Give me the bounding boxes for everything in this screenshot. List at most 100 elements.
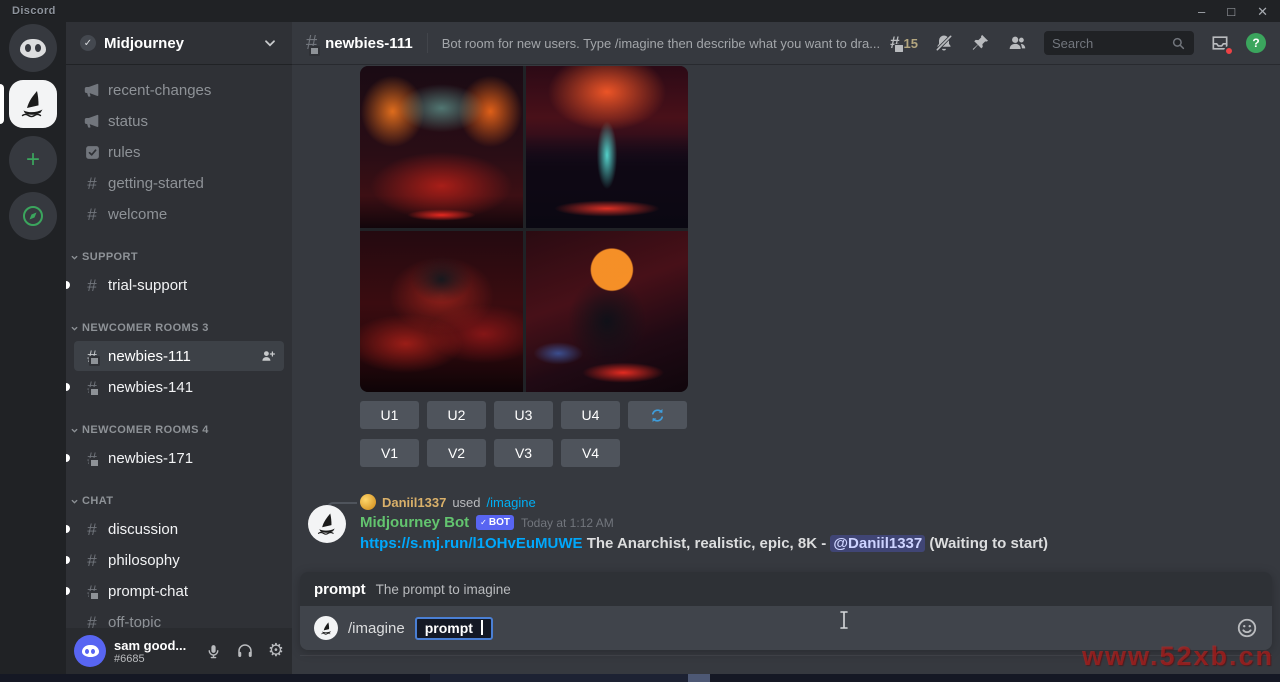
- user-avatar[interactable]: [74, 635, 106, 667]
- generated-image-3[interactable]: [360, 231, 523, 393]
- channel-recent-changes[interactable]: recent-changes: [74, 75, 284, 105]
- channel-topic[interactable]: Bot room for new users. Type /imagine th…: [442, 36, 882, 51]
- threads-button[interactable]: # 15: [890, 33, 918, 53]
- channel-label: getting-started: [108, 175, 204, 192]
- hash-icon: #: [82, 206, 102, 223]
- category-chat[interactable]: CHAT: [66, 489, 292, 513]
- prompt-parameter-input[interactable]: prompt: [415, 617, 493, 640]
- channel-rules[interactable]: rules: [74, 137, 284, 167]
- user-info[interactable]: sam good... #6685: [114, 638, 190, 665]
- home-button[interactable]: [9, 24, 57, 72]
- category-support[interactable]: SUPPORT: [66, 245, 292, 269]
- server-icon-midjourney[interactable]: [9, 80, 57, 128]
- user-panel: sam good... #6685 ⚙: [66, 628, 292, 674]
- option-name: prompt: [314, 581, 366, 598]
- channel-label: newbies-111: [108, 348, 191, 365]
- generated-image-2[interactable]: [526, 66, 689, 228]
- chevron-down-icon: [70, 324, 79, 333]
- window-title: Discord: [12, 5, 56, 17]
- generated-image-4[interactable]: [526, 231, 689, 393]
- unread-badge: [1224, 46, 1234, 56]
- channel-welcome[interactable]: # welcome: [74, 199, 284, 229]
- server-header[interactable]: ✓ Midjourney: [66, 22, 292, 64]
- parameter-value: prompt: [425, 620, 473, 636]
- channel-status[interactable]: status: [74, 106, 284, 136]
- chevron-down-icon: [70, 497, 79, 506]
- variation-button-v2[interactable]: V2: [427, 439, 486, 467]
- command-option-row[interactable]: prompt The prompt to imagine: [300, 572, 1272, 606]
- headphones-icon[interactable]: [236, 642, 254, 660]
- add-server-button[interactable]: +: [9, 136, 57, 184]
- category-label: CHAT: [82, 495, 113, 507]
- category-newcomer-rooms-3[interactable]: NEWCOMER ROOMS 3: [66, 316, 292, 340]
- upscale-button-u3[interactable]: U3: [494, 401, 553, 429]
- upscale-button-u1[interactable]: U1: [360, 401, 419, 429]
- create-invite-icon[interactable]: [260, 348, 276, 364]
- channel-label: prompt-chat: [108, 583, 188, 600]
- user-discriminator: #6685: [114, 653, 190, 665]
- channel-list: recent-changes status rules # getting-st…: [66, 64, 292, 674]
- reply-command-link[interactable]: /imagine: [487, 495, 536, 510]
- category-newcomer-rooms-4[interactable]: NEWCOMER ROOMS 4: [66, 418, 292, 442]
- notifications-muted-icon[interactable]: [934, 33, 954, 53]
- midjourney-sailboat-icon: [17, 88, 49, 120]
- explore-button[interactable]: [9, 192, 57, 240]
- channel-newbies-141[interactable]: # newbies-141: [74, 372, 284, 402]
- channel-prompt-chat[interactable]: # prompt-chat: [74, 576, 284, 606]
- generated-image-1[interactable]: [360, 66, 523, 228]
- compass-icon: [21, 204, 45, 228]
- message-prompt-text: The Anarchist, realistic, epic, 8K: [587, 535, 817, 552]
- chat-area: U1 U2 U3 U4 V1 V2 V3 V4 Daniil1337 used …: [292, 64, 1280, 674]
- maximize-icon[interactable]: □: [1227, 5, 1235, 18]
- message-author-name[interactable]: Midjourney Bot: [360, 514, 469, 531]
- microphone-icon[interactable]: [205, 643, 222, 660]
- window-controls: – □ ✕: [1198, 5, 1268, 18]
- upscale-button-u4[interactable]: U4: [561, 401, 620, 429]
- channel-philosophy[interactable]: # philosophy: [74, 545, 284, 575]
- category-label: NEWCOMER ROOMS 3: [82, 322, 209, 334]
- refresh-icon: [649, 407, 666, 424]
- chevron-down-icon: [70, 426, 79, 435]
- channel-newbies-111[interactable]: # newbies-111: [74, 341, 284, 371]
- channel-getting-started[interactable]: # getting-started: [74, 168, 284, 198]
- search-box[interactable]: [1044, 31, 1194, 55]
- bot-badge-label: BOT: [489, 517, 510, 528]
- reroll-button[interactable]: [628, 401, 687, 429]
- minimize-icon[interactable]: –: [1198, 5, 1205, 18]
- category-label: SUPPORT: [82, 251, 138, 263]
- user-mention[interactable]: @Daniil1337: [830, 535, 925, 552]
- channel-label: trial-support: [108, 277, 187, 294]
- message-content: https://s.mj.run/l1OHvEuMUWE The Anarchi…: [360, 535, 1048, 552]
- channel-label: newbies-141: [108, 379, 193, 396]
- search-input[interactable]: [1052, 36, 1165, 51]
- variation-button-v1[interactable]: V1: [360, 439, 419, 467]
- close-icon[interactable]: ✕: [1257, 5, 1268, 18]
- chevron-down-icon: [70, 253, 79, 262]
- pinned-messages-icon[interactable]: [970, 33, 990, 53]
- bot-avatar[interactable]: [308, 505, 346, 543]
- message-link[interactable]: https://s.mj.run/l1OHvEuMUWE: [360, 535, 583, 552]
- reply-author-name[interactable]: Daniil1337: [382, 495, 446, 510]
- settings-gear-icon[interactable]: ⚙: [268, 642, 284, 660]
- message-separator: -: [821, 535, 826, 552]
- hash-chat-icon: #: [82, 583, 102, 600]
- channel-discussion[interactable]: # discussion: [74, 514, 284, 544]
- help-icon[interactable]: ?: [1246, 33, 1266, 53]
- verified-badge-icon: ✓: [80, 35, 96, 51]
- taskbar-edge: [0, 674, 1280, 682]
- reply-reference[interactable]: Daniil1337 used /imagine: [360, 494, 536, 510]
- variation-button-v3[interactable]: V3: [494, 439, 553, 467]
- discord-logo-icon: [82, 645, 99, 657]
- category-label: NEWCOMER ROOMS 4: [82, 424, 209, 436]
- emoji-picker-icon[interactable]: [1236, 617, 1258, 639]
- inbox-button[interactable]: [1210, 33, 1230, 53]
- upscale-button-u2[interactable]: U2: [427, 401, 486, 429]
- variation-button-v4[interactable]: V4: [561, 439, 620, 467]
- channel-newbies-171[interactable]: # newbies-171: [74, 443, 284, 473]
- channel-sidebar: ✓ Midjourney recent-changes status: [66, 22, 292, 674]
- channel-trial-support[interactable]: # trial-support: [74, 270, 284, 300]
- header-toolbar: # 15 ?: [890, 31, 1266, 55]
- member-list-icon[interactable]: [1006, 32, 1028, 54]
- generated-image-grid[interactable]: [360, 66, 688, 392]
- check-icon: ✓: [480, 518, 487, 527]
